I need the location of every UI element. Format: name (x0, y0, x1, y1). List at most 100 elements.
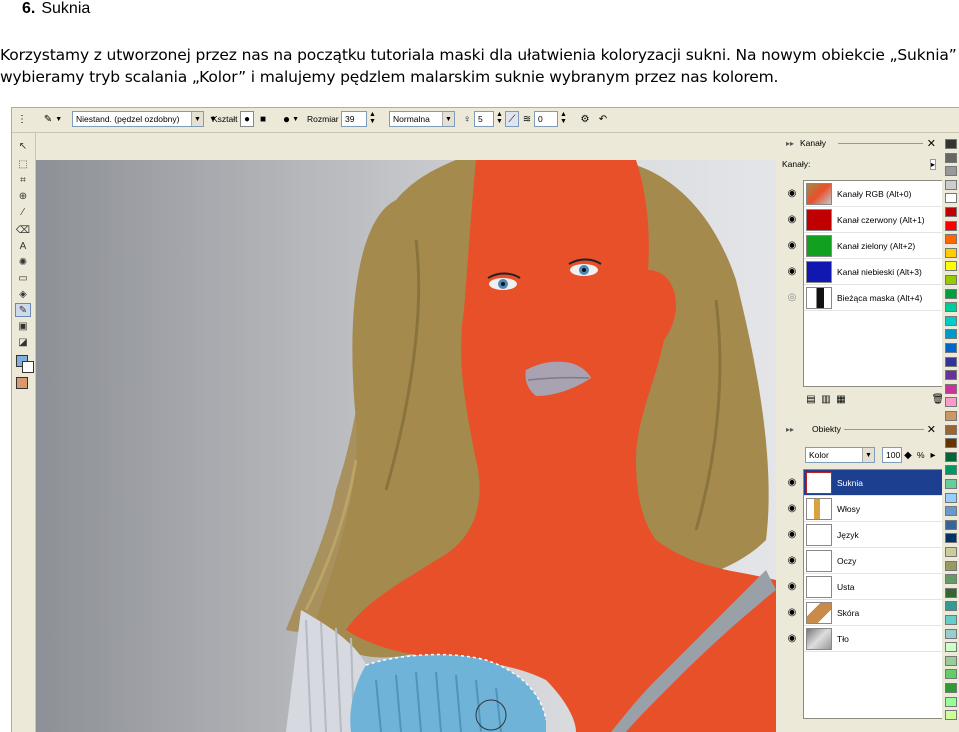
palette-swatch[interactable] (945, 207, 957, 217)
paper-color-swatch[interactable] (22, 361, 34, 373)
image-sprayer-tool-icon[interactable]: ◪ (15, 335, 31, 349)
channel-mask-button[interactable]: ▦ (835, 391, 847, 407)
opacity-slider-button[interactable]: ◆ (903, 447, 913, 463)
clone-tool-icon[interactable]: ▣ (15, 319, 31, 333)
object-row[interactable]: ◉ Tło (788, 626, 947, 652)
channel-row[interactable]: ◉ Kanał zielony (Alt+2) (788, 233, 947, 259)
palette-swatch[interactable] (945, 710, 957, 721)
palette-swatch[interactable] (945, 642, 957, 653)
palette-swatch[interactable] (945, 329, 957, 340)
palette-swatch[interactable] (945, 220, 957, 231)
palette-swatch[interactable] (945, 247, 957, 258)
chevron-right-icon[interactable]: ▸ (928, 447, 938, 463)
round-shape-button[interactable]: ● (240, 111, 254, 127)
square-shape-button[interactable]: ■ (256, 111, 270, 127)
eye-icon[interactable]: ◉ (782, 477, 802, 488)
secondary-color-swatch[interactable] (16, 377, 28, 389)
palette-swatch[interactable] (945, 574, 957, 585)
channel-row[interactable]: ◉ Kanały RGB (Alt+0) (788, 181, 947, 207)
image-canvas[interactable] (36, 160, 776, 732)
palette-swatch[interactable] (945, 615, 957, 625)
eye-icon[interactable]: ◉ (782, 633, 802, 644)
palette-swatch[interactable] (945, 506, 957, 517)
new-channel-button[interactable]: ▤ (805, 391, 817, 407)
eye-icon[interactable]: ◉ (782, 581, 802, 592)
palette-swatch[interactable] (945, 601, 957, 612)
size-spinner[interactable]: ▲ ▼ (369, 111, 376, 127)
palette-swatch[interactable] (945, 411, 957, 421)
palette-swatch[interactable] (945, 669, 957, 680)
chevron-right-icon[interactable]: ▸ (929, 158, 936, 170)
palette-swatch[interactable] (945, 193, 957, 204)
palette-swatch[interactable] (945, 492, 957, 503)
object-row[interactable]: ◉ Oczy (788, 548, 947, 574)
rectangle-tool-icon[interactable]: ▭ (15, 271, 31, 285)
palette-swatch[interactable] (945, 234, 957, 245)
palette-swatch[interactable] (945, 288, 957, 299)
palette-swatch[interactable] (945, 261, 957, 272)
duplicate-channel-button[interactable]: ▥ (820, 391, 832, 407)
palette-swatch[interactable] (945, 179, 957, 190)
object-row-suknia[interactable]: ◉ Suknia (788, 470, 947, 496)
palette-swatch[interactable] (945, 383, 957, 394)
object-row[interactable]: ◉ Skóra (788, 600, 947, 626)
eye-icon[interactable]: ◉ (782, 503, 802, 514)
close-icon[interactable]: ✕ (927, 423, 936, 436)
zoom-tool-icon[interactable]: ⊕ (15, 189, 31, 203)
object-row[interactable]: ◉ Usta (788, 574, 947, 600)
antialias-toggle[interactable]: ⟋ (505, 111, 519, 127)
object-row[interactable]: ◉ Włosy (788, 496, 947, 522)
eraser-tool-icon[interactable]: ⌫ (15, 223, 31, 237)
object-row-selected[interactable]: Suknia (804, 470, 947, 496)
palette-swatch[interactable] (945, 424, 957, 435)
brush-options-button[interactable]: ⚙ (578, 111, 592, 127)
palette-swatch[interactable] (945, 343, 957, 353)
palette-swatch[interactable] (945, 397, 957, 408)
close-icon[interactable]: ✕ (927, 137, 936, 150)
transparency-spinner[interactable]: ▲ ▼ (496, 111, 503, 127)
palette-swatch[interactable] (945, 655, 957, 666)
eyedropper-tool-icon[interactable]: ⁄ (15, 205, 31, 219)
channel-row[interactable]: ◉ Kanał niebieski (Alt+3) (788, 259, 947, 285)
pick-tool-icon[interactable]: ↖ (15, 139, 31, 153)
palette-swatch[interactable] (945, 465, 957, 476)
eye-icon[interactable]: ◉ (782, 529, 802, 540)
palette-swatch[interactable] (945, 166, 957, 177)
feather-input[interactable]: 0 (534, 111, 558, 127)
size-input[interactable]: 39 (341, 111, 367, 127)
palette-swatch[interactable] (945, 519, 957, 530)
merge-mode-select[interactable]: Kolor ▼ (805, 447, 875, 463)
eye-icon[interactable]: ◎ (782, 292, 802, 303)
palette-swatch[interactable] (945, 315, 957, 326)
palette-swatch[interactable] (945, 275, 957, 285)
palette-swatch[interactable] (945, 438, 957, 449)
palette-swatch[interactable] (945, 451, 957, 462)
crop-tool-icon[interactable]: ⌗ (15, 173, 31, 187)
palette-swatch[interactable] (945, 139, 957, 149)
object-opacity-input[interactable]: 100 (882, 447, 902, 463)
eye-icon[interactable]: ◉ (782, 214, 802, 225)
effect-tool-icon[interactable]: ✺ (15, 255, 31, 269)
feather-spinner[interactable]: ▲ ▼ (560, 111, 567, 127)
channel-row[interactable]: ◎ Bieżąca maska (Alt+4) (788, 285, 947, 311)
brush-type-button[interactable]: ✎ ▼ (40, 111, 66, 127)
object-row[interactable]: ◉ Język (788, 522, 947, 548)
palette-swatch[interactable] (945, 356, 957, 367)
eye-icon[interactable]: ◉ (782, 555, 802, 566)
palette-swatch[interactable] (945, 370, 957, 381)
palette-swatch[interactable] (945, 587, 957, 598)
transparency-input[interactable]: 5 (474, 111, 494, 127)
mask-tool-icon[interactable]: ⬚ (15, 157, 31, 171)
fill-tool-icon[interactable]: ◈ (15, 287, 31, 301)
palette-swatch[interactable] (945, 533, 957, 544)
eye-icon[interactable]: ◉ (782, 607, 802, 618)
eye-icon[interactable]: ◉ (782, 240, 802, 251)
eye-icon[interactable]: ◉ (782, 266, 802, 277)
text-tool-icon[interactable]: A (15, 239, 31, 253)
paint-tool-icon[interactable]: ✎ (15, 303, 31, 317)
brush-preset-select[interactable]: Niestand. (pędzel ozdobny) ▼ (72, 111, 204, 127)
palette-swatch[interactable] (945, 683, 957, 693)
reset-button[interactable]: ↶ (596, 111, 610, 127)
palette-swatch[interactable] (945, 547, 957, 557)
palette-swatch[interactable] (945, 560, 957, 571)
